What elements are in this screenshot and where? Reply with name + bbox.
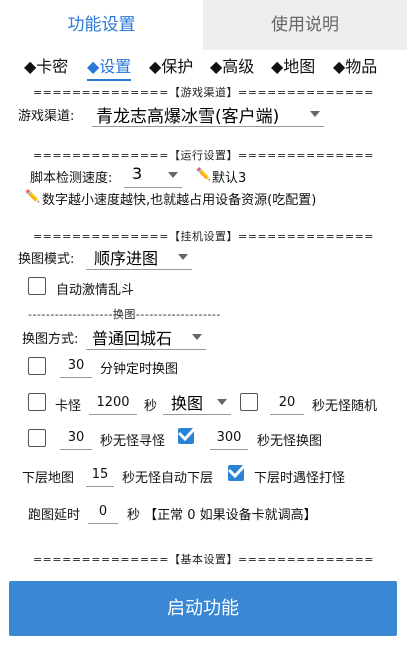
input-underline — [60, 449, 92, 450]
map-mode-label: 换图模式: — [18, 252, 75, 267]
speed-select-value: 3 — [132, 164, 143, 183]
run-delay-input[interactable]: 0 — [88, 504, 118, 519]
section-header-run: ==============【运行设置】============== — [32, 149, 375, 162]
stuck-checkbox[interactable] — [28, 393, 46, 411]
no-monster-switch-checkbox[interactable] — [178, 425, 198, 444]
section-header-hangup: ==============【挂机设置】============== — [32, 230, 375, 243]
select-underline — [163, 414, 231, 415]
timer-switch-input[interactable]: 30 — [60, 358, 92, 373]
map-mode-value: 顺序进图 — [94, 249, 159, 268]
chevron-down-icon — [310, 111, 320, 117]
auto-passion-checkbox[interactable] — [28, 277, 46, 295]
no-monster-switch-input[interactable]: 300 — [210, 430, 248, 445]
no-monster-random-checkbox[interactable] — [240, 393, 258, 411]
select-underline — [86, 269, 192, 270]
speed-default-note: 默认3 — [212, 171, 247, 186]
select-underline — [86, 349, 206, 350]
no-monster-random-label: 秒无怪随机 — [312, 399, 378, 414]
timer-switch-checkbox[interactable] — [28, 357, 46, 375]
input-underline — [60, 377, 92, 378]
chevron-down-icon — [217, 399, 227, 405]
pencil-icon: ✏️ — [25, 189, 40, 203]
subtab-map[interactable]: ◆地图 — [271, 55, 315, 79]
lower-map-input[interactable]: 15 — [86, 467, 114, 482]
lower-fight-checkbox[interactable] — [228, 462, 248, 481]
select-underline — [92, 126, 324, 127]
check-icon — [178, 425, 198, 442]
run-delay-suffix: 秒 【正常 0 如果设备卡就调高】 — [127, 508, 317, 523]
tab-feature-settings[interactable]: 功能设置 — [0, 0, 203, 50]
speed-select[interactable]: 3 — [124, 163, 182, 188]
speed-hint: 数字越小速度越快,也就越占用设备资源(吃配置) — [42, 193, 317, 208]
subtab-card[interactable]: ◆卡密 — [24, 55, 68, 79]
input-underline — [88, 523, 118, 524]
stuck-action-value: 换图 — [171, 394, 204, 413]
speed-label: 脚本检测速度: — [30, 171, 113, 186]
no-monster-find-label: 秒无怪寻怪 — [100, 434, 166, 449]
run-delay-label: 跑图延时 — [28, 508, 81, 523]
no-monster-find-checkbox[interactable] — [28, 429, 46, 447]
check-icon — [228, 462, 248, 479]
switch-method-select[interactable]: 普通回城石 — [86, 323, 206, 350]
start-button[interactable]: 启动功能 — [9, 581, 397, 636]
subtab-bar: ◆卡密 ◆设置 ◆保护 ◆高级 ◆地图 ◆物品 — [0, 55, 407, 81]
input-underline — [270, 414, 304, 415]
subtab-items[interactable]: ◆物品 — [333, 55, 377, 79]
input-underline — [210, 449, 248, 450]
lower-fight-label: 下层时遇怪打怪 — [254, 471, 346, 486]
subtab-advanced[interactable]: ◆高级 — [210, 55, 254, 79]
channel-select[interactable]: 青龙志高爆冰雪(客户端) — [92, 100, 324, 127]
chevron-down-icon — [178, 254, 188, 260]
pencil-icon: ✏️ — [196, 167, 211, 181]
channel-label: 游戏渠道: — [18, 109, 75, 124]
switch-method-value: 普通回城石 — [92, 329, 173, 348]
no-monster-switch-label: 秒无怪换图 — [257, 434, 323, 449]
map-mode-select[interactable]: 顺序进图 — [86, 243, 192, 270]
stuck-action-select[interactable]: 换图 — [163, 388, 231, 415]
select-underline — [124, 187, 182, 188]
switch-method-label: 换图方式: — [22, 332, 79, 347]
stuck-label: 卡怪 — [55, 399, 82, 414]
lower-map-label: 下层地图 — [22, 471, 75, 486]
lower-map-suffix: 秒无怪自动下层 — [122, 471, 214, 486]
top-tab-bar: 功能设置 使用说明 — [0, 0, 407, 50]
subtab-protect[interactable]: ◆保护 — [149, 55, 193, 79]
input-underline — [89, 414, 137, 415]
input-underline — [86, 486, 114, 487]
chevron-down-icon — [192, 334, 202, 340]
subtab-settings[interactable]: ◆设置 — [87, 55, 132, 81]
stuck-unit: 秒 — [144, 399, 158, 414]
section-header-channel: ==============【游戏渠道】============== — [32, 86, 375, 99]
timer-switch-label: 分钟定时换图 — [100, 362, 179, 377]
section-header-basic: ==============【基本设置】============== — [32, 553, 375, 566]
auto-passion-label: 自动激情乱斗 — [56, 283, 135, 298]
tab-instructions[interactable]: 使用说明 — [203, 0, 407, 50]
no-monster-find-input[interactable]: 30 — [60, 430, 92, 445]
section-header-switch-map: -------------------换图------------------- — [28, 308, 221, 321]
chevron-down-icon — [168, 172, 178, 178]
channel-select-value: 青龙志高爆冰雪(客户端) — [96, 107, 280, 127]
stuck-input[interactable]: 1200 — [89, 395, 137, 410]
no-monster-random-input[interactable]: 20 — [270, 395, 304, 410]
